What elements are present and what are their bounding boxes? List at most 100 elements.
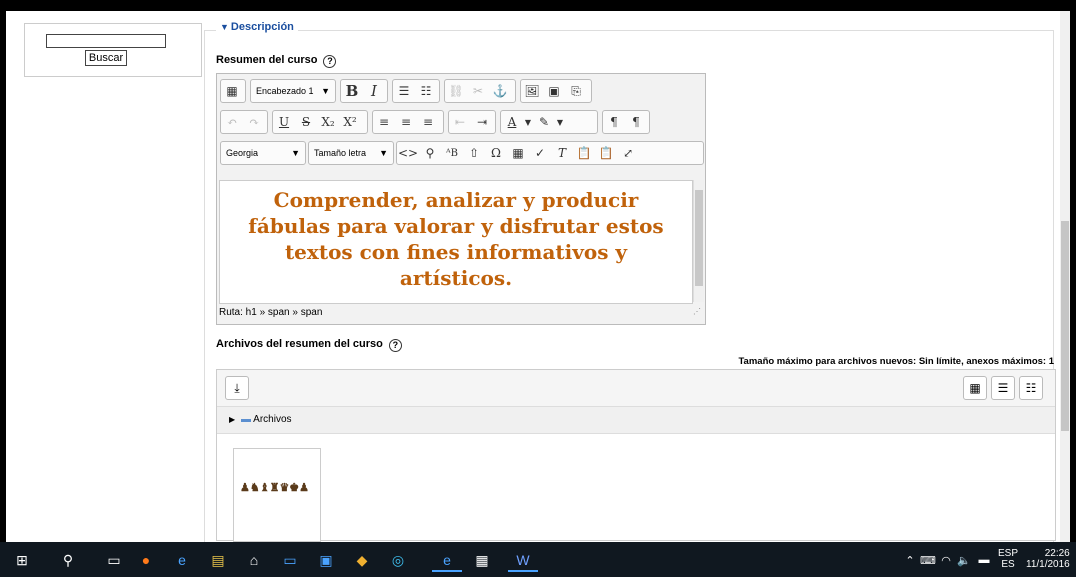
tree-view-icon[interactable]: ☷ (1019, 376, 1043, 400)
app-icon[interactable]: ◎ (388, 550, 408, 570)
rich-text-editor: ▦ Encabezado 1 ▼ B I ☰ ☷ ⛓ ✂ ⚓ 🖼 ▣ ⎘ ↶ ↷… (216, 73, 706, 325)
store-icon[interactable]: ⌂ (244, 550, 264, 570)
clean-html-icon[interactable]: ✓ (529, 142, 551, 164)
search-block: Buscar (24, 23, 202, 77)
page-scrollbar[interactable] (1060, 11, 1070, 542)
html-source-icon[interactable]: <> (397, 142, 419, 164)
notification-icon[interactable]: ▬ (974, 550, 994, 570)
file-thumbnail[interactable]: ♟♞♝♜♛♚♟ (233, 448, 321, 542)
anchor-icon[interactable]: ⚓ (489, 80, 511, 102)
redo-icon[interactable]: ↷ (243, 111, 265, 133)
computer-icon[interactable]: ▭ (280, 550, 300, 570)
language-indicator[interactable]: ESP ES (998, 548, 1018, 570)
app-icon[interactable]: ▦ (472, 550, 492, 570)
wifi-icon[interactable]: ◠ (936, 550, 956, 570)
file-explorer-icon[interactable]: ▤ (208, 550, 228, 570)
search-input[interactable] (46, 34, 166, 48)
tray-chevron-icon[interactable]: ⌃ (900, 550, 920, 570)
size-select-label: Tamaño letra (314, 148, 367, 158)
dropdown-arrow-icon[interactable]: ▼ (555, 111, 565, 133)
browser-page: Buscar ▼ Descripción Resumen del curso? ▦… (6, 11, 1070, 542)
special-character-icon[interactable]: Ω (485, 142, 507, 164)
toolbar-group: ⛓ ✂ ⚓ (444, 79, 516, 103)
align-center-icon[interactable]: ≡ (395, 111, 417, 133)
unlink-icon[interactable]: ✂ (467, 80, 489, 102)
italic-icon[interactable]: I (363, 80, 385, 102)
add-file-icon[interactable]: ⤓ (225, 376, 249, 400)
clock[interactable]: 22:26 11/1/2016 (1026, 548, 1070, 570)
paste-word-icon[interactable]: 📋 (595, 142, 617, 164)
volume-icon[interactable]: 🔈 (954, 550, 974, 570)
background-color-icon[interactable]: ✎ (533, 111, 555, 133)
bullet-list-icon[interactable]: ☰ (393, 80, 415, 102)
search-icon[interactable]: ⚲ (58, 550, 78, 570)
image-icon[interactable]: 🖼 (521, 80, 543, 102)
network-icon[interactable]: ⌨ (918, 550, 938, 570)
strikethrough-icon[interactable]: S (295, 111, 317, 133)
help-icon[interactable]: ? (388, 339, 402, 352)
character-case-icon[interactable]: ᴬB (441, 142, 463, 164)
size-select[interactable]: Tamaño letra ▼ (308, 141, 394, 165)
desktop-screen: Buscar ▼ Descripción Resumen del curso? ▦… (0, 0, 1076, 577)
firefox-icon[interactable]: ● (136, 550, 156, 570)
upload-icon[interactable]: ⇧ (463, 142, 485, 164)
indent-icon[interactable]: ⇥ (471, 111, 493, 133)
folder-label: Archivos (253, 414, 292, 425)
expand-arrow-icon: ▶ (229, 415, 236, 424)
toolbar-group: ¶ ¶ (602, 110, 650, 134)
rtl-icon[interactable]: ¶ (625, 111, 647, 133)
app-icon[interactable]: ▣ (316, 550, 336, 570)
paste-text-icon[interactable]: 📋 (573, 142, 595, 164)
fullscreen-icon[interactable]: ⤢ (617, 142, 639, 164)
ie-icon[interactable]: e (172, 550, 192, 570)
undo-icon[interactable]: ↶ (221, 111, 243, 133)
task-view-icon[interactable]: ▭ (104, 550, 124, 570)
media-icon[interactable]: ▣ (543, 80, 565, 102)
toolbar-row-1: ▦ Encabezado 1 ▼ B I ☰ ☷ ⛓ ✂ ⚓ 🖼 ▣ ⎘ (220, 79, 702, 103)
link-icon[interactable]: ⛓ (445, 80, 467, 102)
file-manager-path[interactable]: ▶ ▬ Archivos (217, 407, 1055, 434)
windows-start-icon[interactable]: ⊞ (12, 550, 32, 570)
page-scroll-thumb[interactable] (1061, 221, 1069, 431)
editor-status-path: Ruta: h1 » span » span ⋰ (219, 305, 703, 321)
resize-handle-icon[interactable]: ⋰ (693, 304, 701, 320)
description-legend[interactable]: ▼ Descripción (216, 21, 298, 33)
font-select[interactable]: Georgia ▼ (220, 141, 306, 165)
folder-icon: ▬ (240, 414, 251, 425)
toolbar-toggle-icon[interactable]: ▦ (221, 80, 243, 102)
editor-scrollbar[interactable] (693, 180, 704, 302)
subscript-icon[interactable]: X₂ (317, 111, 339, 133)
clear-formatting-icon[interactable]: T (551, 142, 573, 164)
table-icon[interactable]: ▦ (507, 142, 529, 164)
help-icon[interactable]: ? (323, 55, 337, 68)
heading-select-label: Encabezado 1 (256, 86, 314, 96)
toolbar-group: A ▼ ✎ ▼ (500, 110, 598, 134)
ltr-icon[interactable]: ¶ (603, 111, 625, 133)
find-replace-icon[interactable]: ⚲ (419, 142, 441, 164)
app-icon[interactable]: ◆ (352, 550, 372, 570)
files-limits: Tamaño máximo para archivos nuevos: Sin … (738, 356, 1054, 367)
underline-icon[interactable]: U (273, 111, 295, 133)
edge-icon[interactable]: e (432, 550, 462, 572)
manage-files-icon[interactable]: ⎘ (565, 80, 587, 102)
toolbar-group: ≡ ≡ ≡ (372, 110, 444, 134)
bold-icon[interactable]: B (341, 80, 363, 102)
summary-label-text: Resumen del curso (216, 54, 318, 66)
toolbar-group: ▦ (220, 79, 246, 103)
word-icon[interactable]: W (508, 550, 538, 572)
align-right-icon[interactable]: ≡ (417, 111, 439, 133)
superscript-icon[interactable]: X² (339, 111, 361, 133)
numbered-list-icon[interactable]: ☷ (415, 80, 437, 102)
outdent-icon[interactable]: ⇤ (449, 111, 471, 133)
list-view-icon[interactable]: ☰ (991, 376, 1015, 400)
heading-select[interactable]: Encabezado 1 ▼ (250, 79, 336, 103)
text-color-icon[interactable]: A (501, 111, 523, 133)
dropdown-arrow-icon[interactable]: ▼ (523, 111, 533, 133)
align-left-icon[interactable]: ≡ (373, 111, 395, 133)
toolbar-group: ↶ ↷ (220, 110, 268, 134)
dropdown-arrow-icon: ▼ (379, 148, 388, 158)
icon-view-icon[interactable]: ▦ (963, 376, 987, 400)
editor-scroll-thumb[interactable] (695, 190, 703, 286)
editor-content-area[interactable]: Comprender, analizar y producir fábulas … (219, 180, 693, 304)
search-button[interactable]: Buscar (85, 50, 127, 66)
